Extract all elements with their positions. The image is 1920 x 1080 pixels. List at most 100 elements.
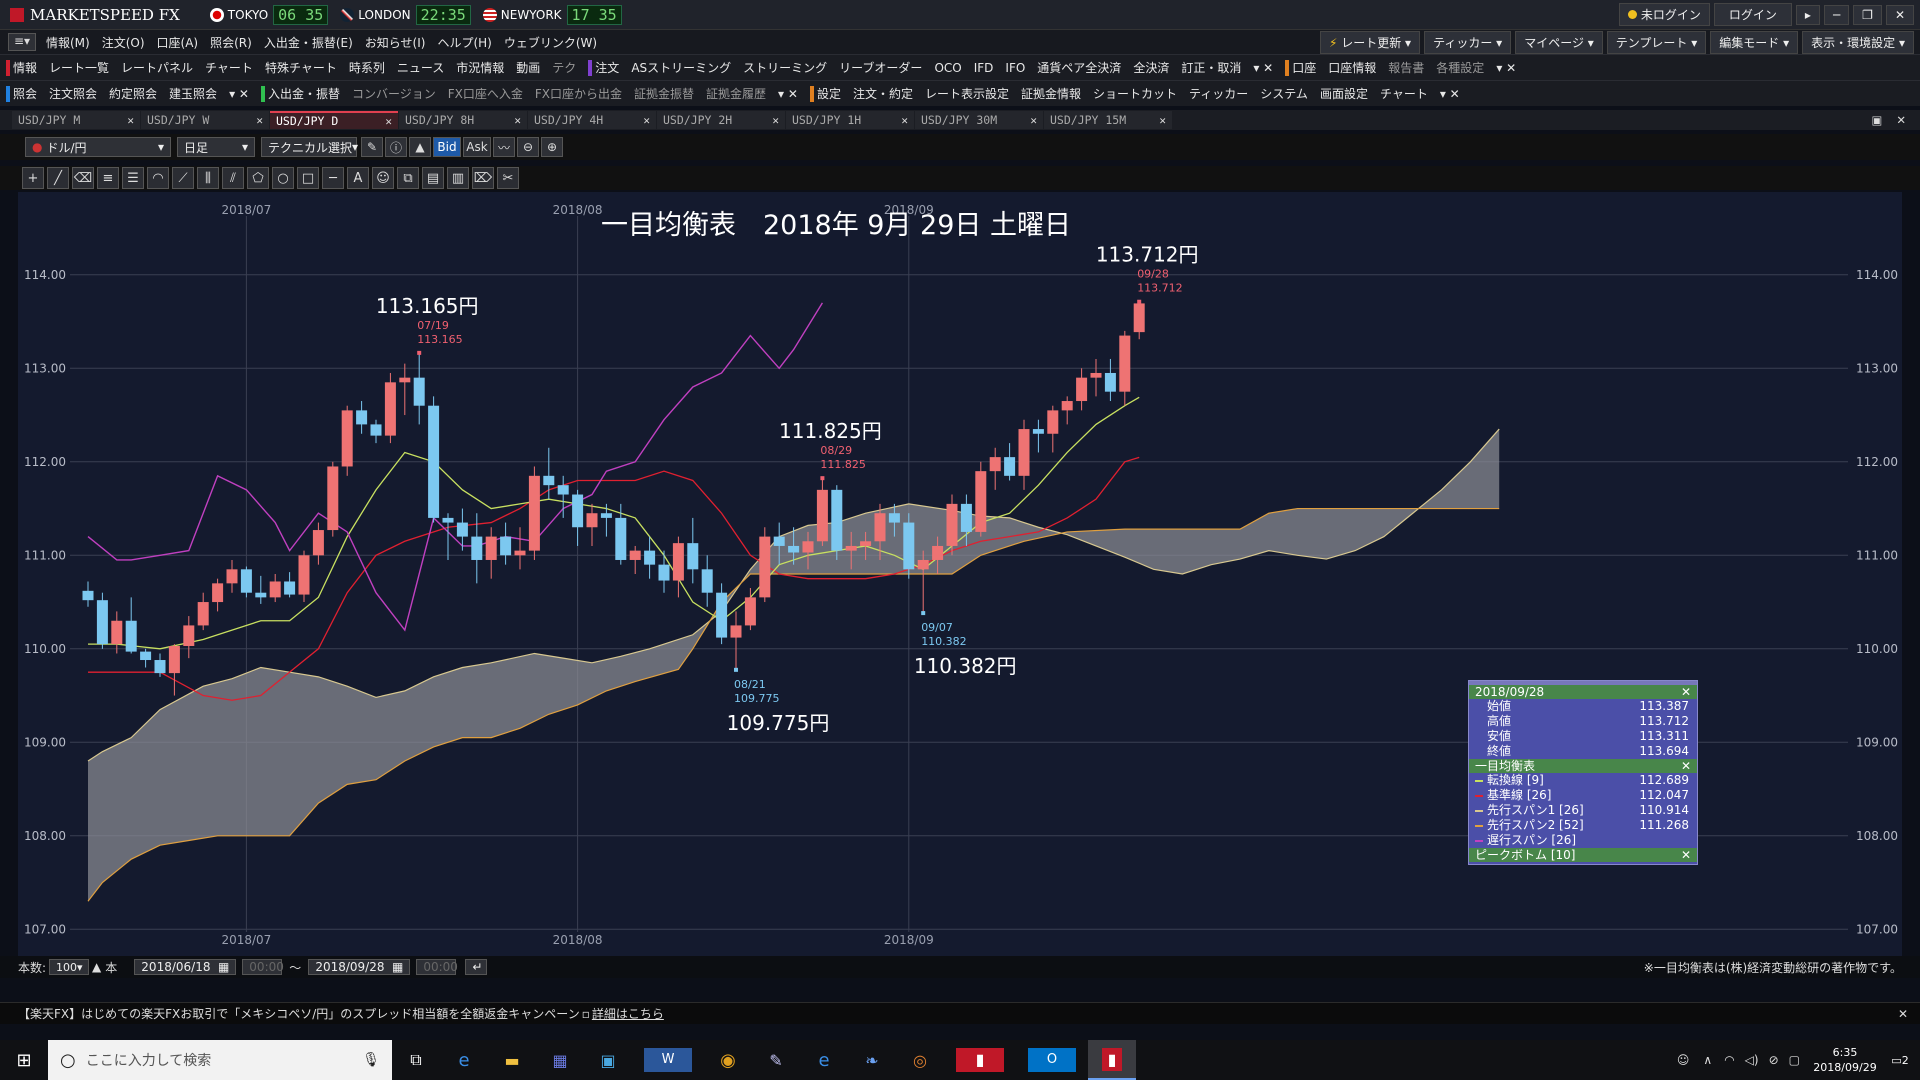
tab-usdjpy-4h[interactable]: USD/JPY 4H ✕ [528,111,656,129]
word-icon[interactable]: W [644,1048,692,1072]
tab-usdjpy-30m[interactable]: USD/JPY 30M ✕ [915,111,1043,129]
paste-icon[interactable]: ▤ [422,167,444,189]
tab-usdjpy-1h[interactable]: USD/JPY 1H ✕ [786,111,914,129]
close-banner-icon[interactable]: ✕ [1898,1007,1908,1021]
toolbar-item[interactable]: 時系列 [343,59,391,76]
toolbar-item[interactable]: IFO [999,61,1031,75]
horizontal-lines-icon[interactable]: ≡ [97,167,119,189]
stepper-up-icon[interactable]: ▲ [92,960,101,974]
fan-icon[interactable]: ⟋ [172,167,194,189]
marketspeed-taskbar-icon[interactable]: ▮ [956,1048,1004,1072]
toolbar-item[interactable]: 建玉照会 [163,85,223,102]
file-explorer-icon[interactable]: ▬ [488,1051,536,1070]
mountain-chart-icon[interactable]: ▲ [409,137,431,157]
menu-item[interactable]: 注文(O) [96,34,151,51]
tray-chevron-icon[interactable]: ∧ [1703,1053,1712,1067]
info-icon[interactable]: ⓘ [385,137,407,157]
edit-mode-button[interactable]: 編集モード ▾ [1710,30,1799,54]
tab-usdjpy-8h[interactable]: USD/JPY 8H ✕ [399,111,527,129]
currency-pair-select[interactable]: ● ドル/円 ▾ [25,137,171,157]
mypage-button[interactable]: マイページ ▾ [1515,30,1603,54]
toolbar-item[interactable]: コンバージョン [346,85,442,102]
toolbar-item[interactable]: 証拠金情報 [1015,85,1087,102]
interval-select[interactable]: 日足 ▾ [177,137,255,157]
zoom-out-icon[interactable]: ⊖ [517,137,539,157]
menu-item[interactable]: 口座(A) [151,34,205,51]
trendline-icon[interactable]: ╱ [47,167,69,189]
refresh-icon[interactable]: ↵ [465,959,488,975]
arc-icon[interactable]: ◠ [147,167,169,189]
toolbar-item[interactable]: 注文・約定 [847,85,919,102]
toolbar-item[interactable]: 動画 [510,59,546,76]
outlook-icon[interactable]: O [1028,1048,1076,1072]
tab-usdjpy-m[interactable]: USD/JPY M ✕ [12,111,140,129]
toolbar-item[interactable]: レートパネル [115,59,199,76]
channel-icon[interactable]: ⫽ [222,167,244,189]
login-status[interactable]: 未ログイン [1618,3,1710,26]
windows-start-icon[interactable]: ⊞ [0,1040,48,1080]
bid-button[interactable]: Bid [433,137,461,157]
hamburger-icon[interactable]: ≡▾ [8,33,36,51]
delete-all-icon[interactable]: ✂ [497,167,519,189]
duplicate-icon[interactable]: ▥ [447,167,469,189]
toolbar-item[interactable]: チャート [1374,85,1434,102]
toolbar-item[interactable]: チャート [199,59,259,76]
login-button[interactable]: ログイン [1713,3,1792,26]
ask-button[interactable]: Ask [463,137,491,157]
icon-stamp-icon[interactable]: ☺ [372,167,394,189]
tab-usdjpy-15m[interactable]: USD/JPY 15M ✕ [1044,111,1172,129]
tab-usdjpy-d[interactable]: USD/JPY D ✕ [270,111,398,129]
toolbar-item[interactable]: OCO [928,61,967,75]
maximize-panel-icon[interactable]: ▣ [1871,113,1882,127]
toolbar-item[interactable]: 特殊チャート [259,59,343,76]
toolbar-item[interactable]: 口座情報 [1322,59,1382,76]
close-tab-icon[interactable]: ✕ [514,114,521,127]
toolbar-item[interactable]: 報告書 [1382,59,1430,76]
calendar-icon[interactable]: ▦ [392,960,403,974]
toolbar-item[interactable]: 注文照会 [43,85,103,102]
dropdown-arrow-icon[interactable]: ▾ ✕ [223,87,255,101]
close-icon[interactable]: ✕ [1681,848,1691,862]
display-settings-button[interactable]: 表示・環境設定 ▾ [1802,30,1914,54]
people-icon[interactable]: ☺ [1677,1053,1690,1067]
menu-item[interactable]: 入出金・振替(E) [258,34,359,51]
task-view-icon[interactable]: ⧉ [392,1050,440,1070]
menu-item[interactable]: 照会(R) [204,34,258,51]
data-window[interactable]: 2018/09/28 ✕ 始値 113.387 高値 113.712 安値 113.31… [1468,680,1698,865]
toolbar-item[interactable]: 訂正・取消 [1175,59,1247,76]
zoom-in-icon[interactable]: ⊕ [541,137,563,157]
from-time-field[interactable]: 00:00 [242,959,284,975]
toolbar-item[interactable]: レート一覧 [43,59,115,76]
ime-icon[interactable]: ⊘ [1769,1053,1779,1067]
toolbar-item[interactable]: システム [1254,85,1314,102]
menu-item[interactable]: ヘルプ(H) [431,34,497,51]
circle-icon[interactable]: ○ [272,167,294,189]
close-icon[interactable]: ✕ [1885,4,1914,25]
pentagon-icon[interactable]: ⬠ [247,167,269,189]
taskbar-search-box[interactable]: ○ ここに入力して検索 🎙 [48,1040,392,1080]
toolbar-item[interactable]: ニュース [391,59,450,76]
toolbar-item[interactable]: FX口座から出金 [529,85,628,102]
delete-icon[interactable]: ⌦ [472,167,494,189]
toolbar-item[interactable]: 通貨ペア全決済 [1031,59,1127,76]
edge-icon[interactable]: e [800,1050,848,1071]
toolbar-item[interactable]: ストリーミング [737,59,833,76]
dropdown-arrow-icon[interactable]: ▾ ✕ [772,87,804,101]
close-tab-icon[interactable]: ✕ [385,115,392,128]
toolbar-item[interactable]: テク [546,59,582,76]
restore-icon[interactable]: ❐ [1853,4,1882,25]
taskbar-clock[interactable]: 6:35 2018/09/29 [1810,1045,1880,1075]
edge-legacy-icon[interactable]: e [440,1050,488,1071]
microphone-icon[interactable]: 🎙 [362,1052,380,1068]
toolbar-item[interactable]: 証拠金履歴 [700,85,772,102]
dropdown-arrow-icon[interactable]: ▾ ✕ [1247,61,1279,75]
close-tab-icon[interactable]: ✕ [772,114,779,127]
close-icon[interactable]: ✕ [1681,685,1691,699]
notifications-icon[interactable]: ▭2 [1880,1054,1920,1067]
dropdown-arrow-icon[interactable]: ▾ ✕ [1490,61,1522,75]
to-time-field[interactable]: 00:00 [416,959,458,975]
paint-icon[interactable]: ✎ [752,1051,800,1070]
close-icon[interactable]: ✕ [1681,759,1691,773]
toolbar-item[interactable]: レート表示設定 [919,85,1015,102]
toolbar-item[interactable]: FX口座へ入金 [442,85,529,102]
